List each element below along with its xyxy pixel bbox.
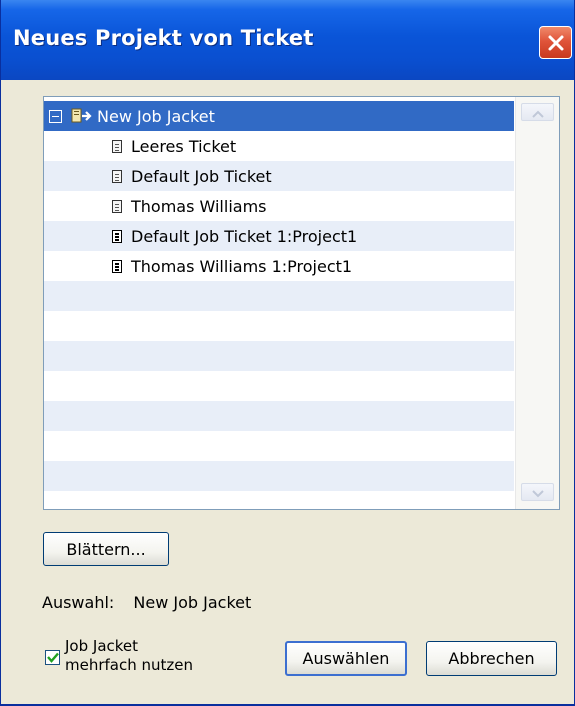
scroll-up-button[interactable] bbox=[521, 103, 554, 121]
tree-item-label: Thomas Williams bbox=[131, 196, 267, 216]
empty-row bbox=[44, 341, 514, 371]
ticket-template-icon bbox=[112, 139, 122, 153]
cancel-button[interactable]: Abbrechen bbox=[426, 641, 557, 676]
tree-root-item[interactable]: New Job Jacket bbox=[44, 101, 514, 131]
empty-row bbox=[44, 491, 514, 509]
tree-item[interactable]: Default Job Ticket bbox=[44, 161, 514, 191]
tree-item[interactable]: Thomas Williams bbox=[44, 191, 514, 221]
empty-row bbox=[44, 461, 514, 491]
checkmark-icon bbox=[46, 648, 59, 667]
title-bar[interactable]: Neues Projekt von Ticket bbox=[1, 0, 574, 80]
ticket-instance-icon bbox=[112, 229, 122, 243]
selection-info: Auswahl: New Job Jacket bbox=[42, 593, 251, 612]
empty-row bbox=[44, 311, 514, 341]
selection-value: New Job Jacket bbox=[133, 593, 252, 612]
empty-row bbox=[44, 401, 514, 431]
empty-row bbox=[44, 431, 514, 461]
close-icon bbox=[547, 34, 565, 52]
ticket-template-icon bbox=[112, 169, 122, 183]
tree-item[interactable]: Default Job Ticket 1:Project1 bbox=[44, 221, 514, 251]
collapse-icon[interactable] bbox=[49, 109, 62, 123]
scroll-down-button[interactable] bbox=[521, 483, 554, 501]
chevron-down-icon bbox=[531, 483, 544, 502]
chevron-up-icon bbox=[531, 103, 544, 122]
tree-item[interactable]: Leeres Ticket bbox=[44, 131, 514, 161]
selection-label: Auswahl: bbox=[42, 593, 115, 612]
job-jacket-icon bbox=[71, 107, 97, 125]
checkbox-label-line2: mehrfach nutzen bbox=[65, 656, 194, 674]
checkbox-label-line1: Job Jacket bbox=[65, 637, 139, 655]
dialog-window: Neues Projekt von Ticket New Job Jacket … bbox=[0, 0, 575, 706]
ticket-template-icon bbox=[112, 199, 122, 213]
window-title: Neues Projekt von Ticket bbox=[13, 26, 314, 50]
tree-item[interactable]: Thomas Williams 1:Project1 bbox=[44, 251, 514, 281]
vertical-scrollbar[interactable] bbox=[515, 97, 559, 509]
tree-rows: New Job Jacket Leeres Ticket Default Job… bbox=[44, 101, 514, 509]
close-button[interactable] bbox=[539, 26, 572, 59]
browse-button[interactable]: Blättern... bbox=[43, 532, 169, 566]
ticket-instance-icon bbox=[112, 259, 122, 273]
tree-item-label: Default Job Ticket bbox=[131, 166, 272, 186]
empty-row bbox=[44, 371, 514, 401]
reuse-job-jacket-label[interactable]: Job Jacket mehrfach nutzen bbox=[65, 637, 193, 675]
reuse-job-jacket-checkbox[interactable] bbox=[45, 650, 60, 665]
tree-root-label: New Job Jacket bbox=[97, 106, 215, 126]
select-button[interactable]: Auswählen bbox=[285, 641, 407, 676]
tree-item-label: Default Job Ticket 1:Project1 bbox=[131, 226, 358, 246]
job-jacket-tree[interactable]: New Job Jacket Leeres Ticket Default Job… bbox=[43, 96, 560, 510]
tree-item-label: Thomas Williams 1:Project1 bbox=[131, 256, 353, 276]
empty-row bbox=[44, 281, 514, 311]
tree-item-label: Leeres Ticket bbox=[131, 136, 237, 156]
